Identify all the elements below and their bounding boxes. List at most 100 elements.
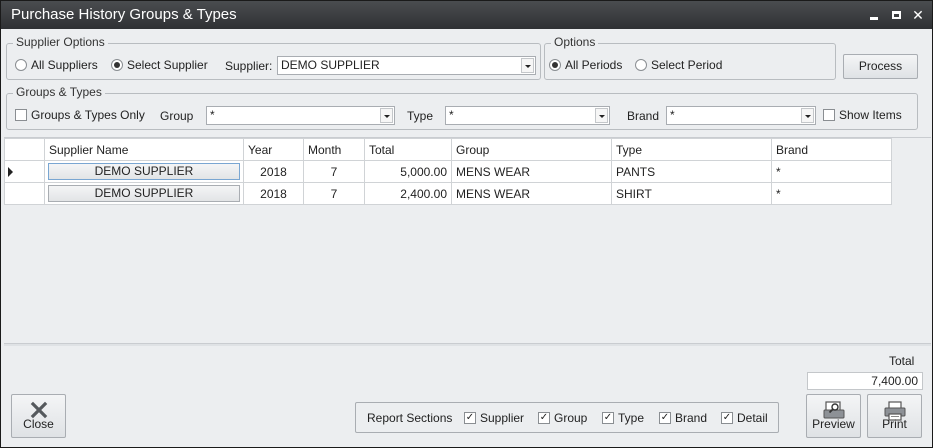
brand-select-value: * [670, 108, 675, 122]
row-selector[interactable] [4, 160, 45, 183]
report-group-label: Group [554, 411, 588, 425]
group-cell: MENS WEAR [451, 182, 612, 205]
select-supplier-label: Select Supplier [127, 58, 208, 72]
groups-types-group: Groups & Types Groups & Types Only Group… [6, 85, 918, 130]
report-group-checkbox[interactable]: ✓ Group [538, 411, 587, 425]
column-header-type[interactable]: Type [611, 138, 772, 161]
table-row[interactable]: DEMO SUPPLIER 2018 7 2,400.00 MENS WEAR … [4, 182, 892, 205]
supplier-label: Supplier: [225, 59, 273, 73]
supplier-name-button[interactable]: DEMO SUPPLIER [48, 163, 240, 180]
type-select[interactable]: * [445, 106, 610, 125]
brand-label: Brand [627, 109, 660, 123]
column-header-year[interactable]: Year [243, 138, 304, 161]
show-items-checkbox[interactable]: Show Items [823, 108, 902, 122]
report-type-label: Type [618, 411, 645, 425]
purchase-history-grid: Supplier Name Year Month Total Group Typ… [4, 137, 931, 343]
year-cell: 2018 [243, 182, 304, 205]
checkbox-checked-icon: ✓ [659, 412, 671, 424]
type-label: Type [407, 109, 434, 123]
all-suppliers-radio[interactable]: All Suppliers [15, 58, 98, 72]
close-button[interactable]: Close [11, 394, 66, 438]
brand-cell: * [771, 160, 892, 183]
all-suppliers-label: All Suppliers [31, 58, 98, 72]
preview-button[interactable]: Preview [806, 394, 861, 438]
supplier-name-button[interactable]: DEMO SUPPLIER [48, 185, 240, 202]
minimize-button[interactable] [868, 1, 880, 29]
print-button-label: Print [882, 417, 907, 431]
select-period-label: Select Period [651, 58, 723, 72]
current-row-icon [8, 167, 13, 177]
report-brand-checkbox[interactable]: ✓ Brand [659, 411, 707, 425]
chevron-down-icon[interactable] [380, 108, 393, 123]
table-row[interactable]: DEMO SUPPLIER 2018 7 5,000.00 MENS WEAR … [4, 160, 892, 183]
title-bar: Purchase History Groups & Types ✕ [1, 1, 932, 29]
period-options-group: Options All Periods Select Period [544, 35, 836, 80]
supplier-options-group: Supplier Options All Suppliers Select Su… [6, 35, 541, 80]
table-header-row: Supplier Name Year Month Total Group Typ… [4, 138, 892, 161]
type-select-value: * [449, 108, 454, 122]
preview-button-label: Preview [812, 417, 855, 431]
report-type-checkbox[interactable]: ✓ Type [602, 411, 644, 425]
report-sections-label: Report Sections [367, 411, 453, 425]
radio-indicator [111, 59, 123, 71]
select-supplier-radio[interactable]: Select Supplier [111, 58, 208, 72]
report-brand-label: Brand [675, 411, 708, 425]
report-supplier-label: Supplier [480, 411, 525, 425]
print-button[interactable]: Print [867, 394, 922, 438]
group-select-value: * [210, 108, 215, 122]
window-title: Purchase History Groups & Types [11, 6, 237, 23]
maximize-button[interactable] [890, 1, 902, 29]
show-items-label: Show Items [839, 108, 902, 122]
checkbox-indicator [823, 109, 835, 121]
total-cell: 5,000.00 [364, 160, 452, 183]
group-label: Group [160, 109, 194, 123]
total-cell: 2,400.00 [364, 182, 452, 205]
column-header-supplier[interactable]: Supplier Name [44, 138, 244, 161]
supplier-select[interactable]: DEMO SUPPLIER [277, 56, 536, 75]
type-cell: PANTS [611, 160, 772, 183]
checkbox-checked-icon: ✓ [602, 412, 614, 424]
grid-footer-divider [4, 343, 931, 346]
close-icon: ✕ [912, 7, 924, 23]
column-header-brand[interactable]: Brand [771, 138, 892, 161]
month-cell: 7 [303, 160, 365, 183]
supplier-cell[interactable]: DEMO SUPPLIER [44, 182, 244, 205]
results-table: Supplier Name Year Month Total Group Typ… [4, 138, 892, 205]
radio-indicator [635, 59, 647, 71]
radio-indicator [15, 59, 27, 71]
close-window-button[interactable]: ✕ [912, 1, 924, 29]
brand-cell: * [771, 182, 892, 205]
all-periods-label: All Periods [565, 58, 623, 72]
checkbox-indicator [15, 109, 27, 121]
column-header-total[interactable]: Total [364, 138, 452, 161]
purchase-history-window: Purchase History Groups & Types ✕ Suppli… [0, 0, 933, 448]
process-button[interactable]: Process [843, 54, 918, 79]
supplier-options-legend: Supplier Options [13, 35, 108, 49]
year-cell: 2018 [243, 160, 304, 183]
type-cell: SHIRT [611, 182, 772, 205]
groups-types-only-checkbox[interactable]: Groups & Types Only [15, 108, 145, 122]
checkbox-checked-icon: ✓ [538, 412, 550, 424]
row-selector[interactable] [4, 182, 45, 205]
column-header-month[interactable]: Month [303, 138, 365, 161]
report-detail-checkbox[interactable]: ✓ Detail [721, 411, 768, 425]
supplier-cell[interactable]: DEMO SUPPLIER [44, 160, 244, 183]
row-header-corner [4, 138, 45, 161]
checkbox-checked-icon: ✓ [464, 412, 476, 424]
supplier-select-value: DEMO SUPPLIER [281, 58, 380, 72]
chevron-down-icon[interactable] [521, 58, 534, 73]
chevron-down-icon[interactable] [595, 108, 608, 123]
minimize-icon [870, 16, 878, 20]
report-detail-label: Detail [737, 411, 768, 425]
groups-types-legend: Groups & Types [13, 85, 105, 99]
column-header-group[interactable]: Group [451, 138, 612, 161]
group-select[interactable]: * [206, 106, 395, 125]
chevron-down-icon[interactable] [801, 108, 814, 123]
select-period-radio[interactable]: Select Period [635, 58, 722, 72]
report-sections-panel: Report Sections ✓ Supplier ✓ Group ✓ Typ… [355, 402, 779, 433]
all-periods-radio[interactable]: All Periods [549, 58, 622, 72]
report-supplier-checkbox[interactable]: ✓ Supplier [464, 411, 524, 425]
brand-select[interactable]: * [666, 106, 816, 125]
close-button-label: Close [23, 417, 54, 431]
month-cell: 7 [303, 182, 365, 205]
